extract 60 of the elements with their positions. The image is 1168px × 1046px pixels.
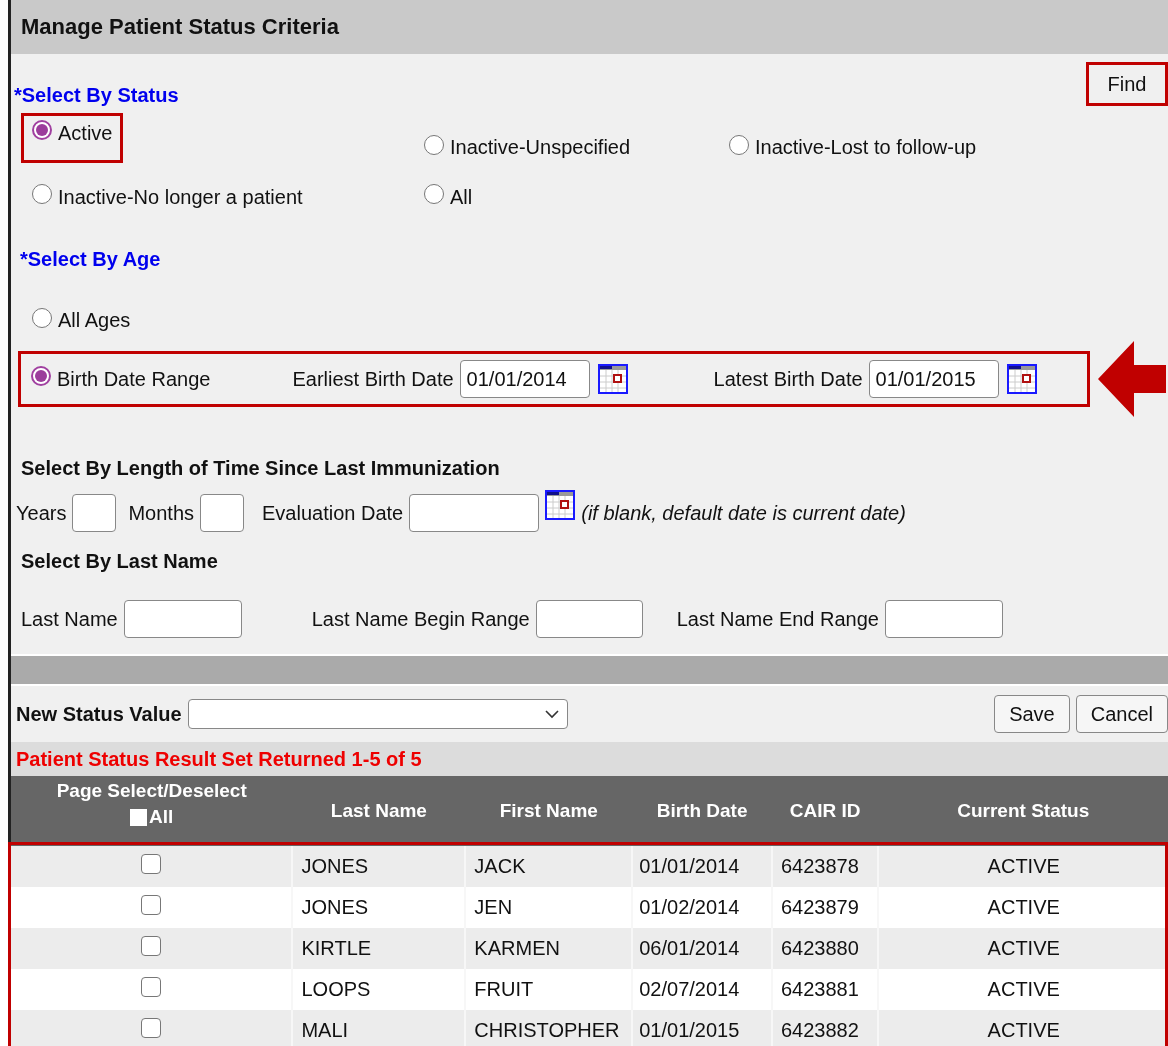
radio-label[interactable]: All Ages xyxy=(58,309,131,332)
date-field[interactable]: 01/01/2014 xyxy=(459,360,590,398)
field-label: Years xyxy=(16,501,67,525)
radio-label[interactable]: Inactive-No longer a patient xyxy=(58,185,303,209)
table-cell: 6423880 xyxy=(771,928,879,969)
table-cell: ACTIVE xyxy=(878,928,1168,969)
page-title: Manage Patient Status Criteria xyxy=(21,14,339,40)
table-cell: ACTIVE xyxy=(878,969,1168,1010)
table-cell: JEN xyxy=(465,887,633,928)
date-field[interactable]: 01/01/2015 xyxy=(868,360,999,398)
table-cell: JONES xyxy=(292,846,466,887)
table-cell: MALI xyxy=(292,1010,466,1046)
header-label: Page Select/Deselect xyxy=(55,780,248,802)
section-heading: *Select By Status xyxy=(14,84,179,107)
radio-label[interactable]: Inactive-Unspecified xyxy=(450,136,631,159)
field-label: Latest Birth Date xyxy=(713,367,863,391)
table-cell: JONES xyxy=(292,887,466,928)
field-label: Earliest Birth Date xyxy=(292,367,454,391)
column-header: CAIR ID xyxy=(771,776,879,846)
table-cell: 6423878 xyxy=(771,846,879,887)
table-cell: JACK xyxy=(465,846,633,887)
table-cell: LOOPS xyxy=(292,969,466,1010)
table-cell: 6423881 xyxy=(771,969,879,1010)
field-label: Last Name xyxy=(21,607,118,631)
table-cell: ACTIVE xyxy=(878,846,1168,887)
section-heading: *Select By Age xyxy=(20,248,161,271)
field-label: Evaluation Date xyxy=(262,501,404,525)
checkbox-label[interactable]: All xyxy=(149,806,174,828)
field-label: New Status Value xyxy=(16,702,182,726)
column-header: First Name xyxy=(465,776,633,846)
table-cell: 06/01/2014 xyxy=(632,928,772,969)
table-cell: 02/07/2014 xyxy=(632,969,772,1010)
section-heading: Select By Last Name xyxy=(21,550,218,573)
hint-text: (if blank, default date is current date) xyxy=(581,501,906,525)
radio-label[interactable]: Active xyxy=(58,121,113,145)
radio-label[interactable]: Birth Date Range xyxy=(57,367,211,391)
field-label: Last Name Begin Range xyxy=(311,607,530,631)
table-cell: CHRISTOPHER xyxy=(465,1010,633,1046)
radio-label[interactable]: Inactive-Lost to follow-up xyxy=(755,136,977,159)
action-button[interactable]: Cancel xyxy=(1075,695,1168,733)
table-cell: 01/01/2014 xyxy=(632,846,772,887)
column-header: Last Name xyxy=(292,776,466,846)
table-cell: KIRTLE xyxy=(292,928,466,969)
action-button[interactable]: Save xyxy=(994,695,1070,733)
column-header: Birth Date xyxy=(632,776,772,846)
find-button[interactable]: Find xyxy=(1086,62,1168,106)
table-cell: 01/02/2014 xyxy=(632,887,772,928)
result-summary: Patient Status Result Set Returned 1-5 of 5 xyxy=(11,742,1168,776)
table-cell: FRUIT xyxy=(465,969,633,1010)
table-cell: 6423882 xyxy=(771,1010,879,1046)
table-cell: 01/01/2015 xyxy=(632,1010,772,1046)
column-header: Current Status xyxy=(878,776,1168,846)
field-label: Last Name End Range xyxy=(676,607,879,631)
table-cell: ACTIVE xyxy=(878,887,1168,928)
field-label: Months xyxy=(128,501,194,525)
radio-label[interactable]: All xyxy=(450,185,473,209)
table-cell: 6423879 xyxy=(771,887,879,928)
table-cell: ACTIVE xyxy=(878,1010,1168,1046)
table-cell: KARMEN xyxy=(465,928,633,969)
section-heading: Select By Length of Time Since Last Immunization xyxy=(21,457,500,480)
